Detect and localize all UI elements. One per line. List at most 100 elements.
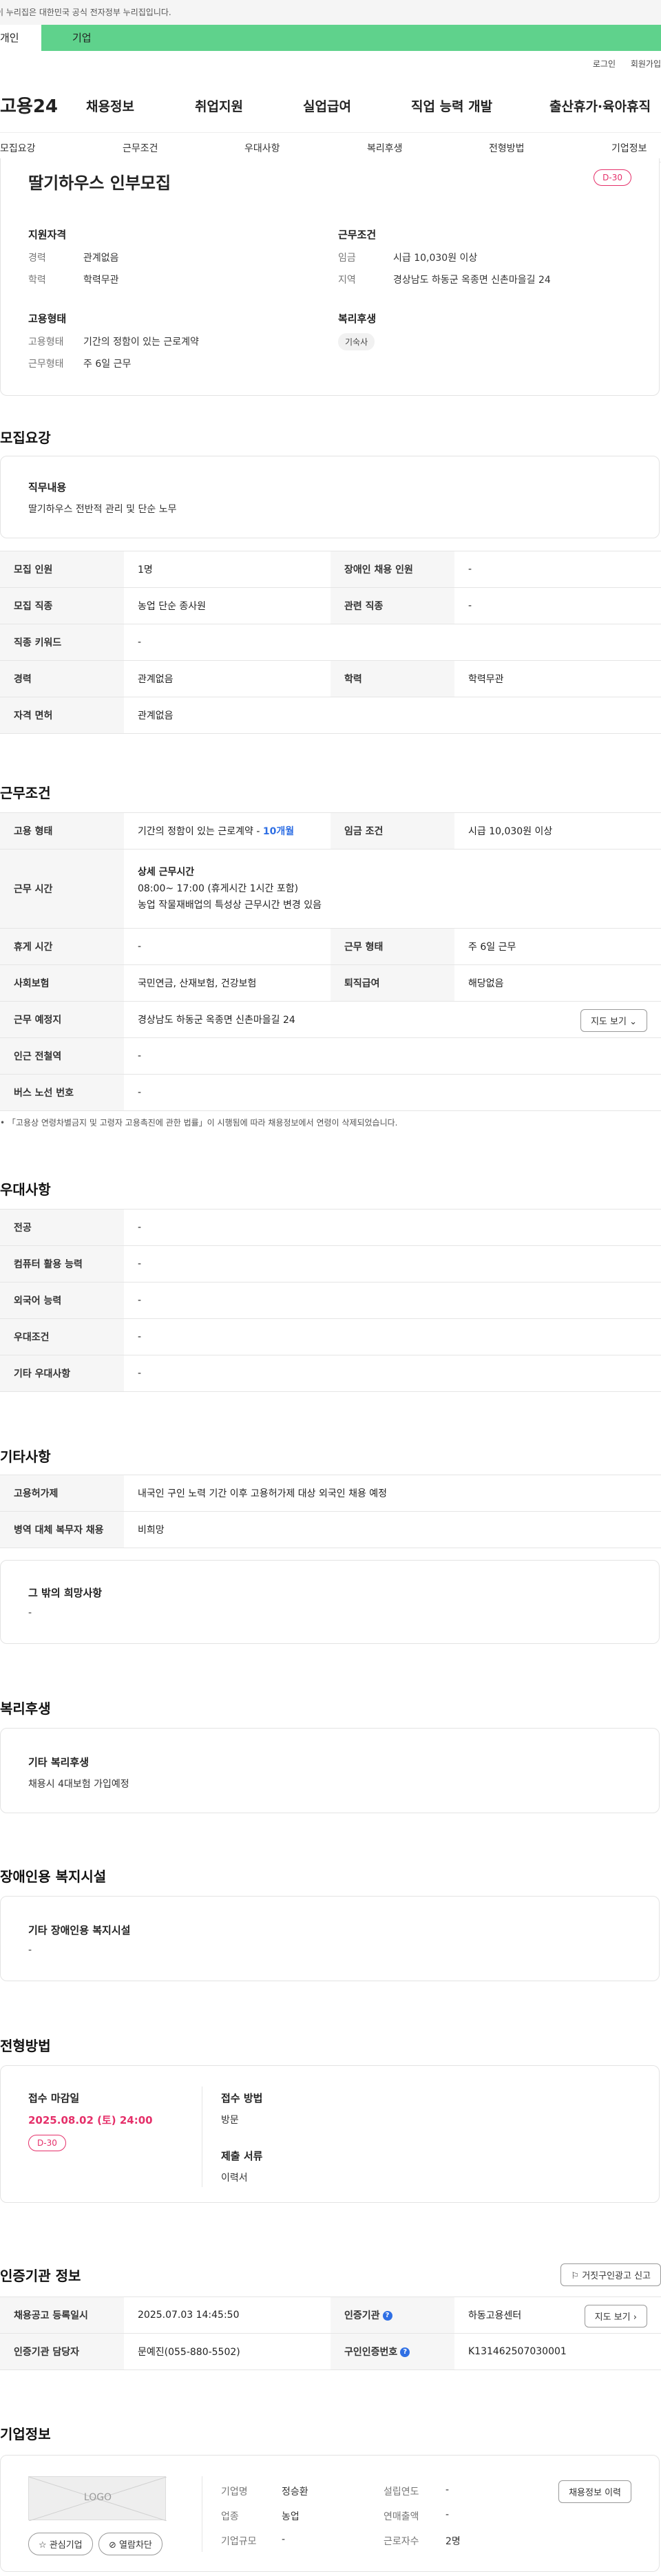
map-view-button[interactable]: 지도 보기 ⌄: [580, 1009, 647, 1032]
fav-company-button[interactable]: ☆ 관심기업: [28, 2533, 93, 2555]
pref-table: 전공 - 컴퓨터 활용 능력 - 외국어 능력 - 우대조건 - 기타 우대사항 -: [0, 1209, 661, 1392]
company-card: LOGO ☆ 관심기업 ⊘ 열람차단 기업명 정승환 업종 농업 기업규모 - …: [0, 2455, 660, 2572]
military-label: 병역 대체 복무자 채용: [0, 1511, 124, 1548]
disabled-card: 기타 장애인용 복지시설 -: [0, 1896, 660, 1981]
gnb-item-parental-leave[interactable]: 출산휴가·육아휴직: [549, 96, 651, 115]
selection-card: 접수 마감일 2025.08.02 (토) 24:00 D-30 접수 방법 방…: [0, 2065, 660, 2203]
deadline-title: 접수 마감일: [28, 2092, 80, 2104]
military-value: 비희망: [124, 1511, 661, 1548]
join-link[interactable]: 회원가입: [631, 59, 661, 69]
login-link[interactable]: 로그인: [593, 59, 616, 69]
docs-value: 이력서: [221, 2173, 248, 2184]
welfare-section-title: 복리후생: [0, 1700, 51, 1717]
tab-company[interactable]: 기업: [41, 25, 661, 51]
job-title: 딸기하우스 인부모집: [28, 173, 171, 193]
subnav-pref[interactable]: 우대사항: [244, 141, 280, 155]
insurance-value: 국민연금, 산재보험, 건강보험: [124, 964, 330, 1002]
work-form-label: 근무 형태: [330, 928, 454, 965]
wage-label: 임금: [338, 253, 356, 264]
cert-section-title: 인증기관 정보: [0, 2268, 81, 2284]
summary-card: 딸기하우스 인부모집 D-30 지원자격 경력 관계없음 학력 학력무관 고용형…: [0, 158, 660, 396]
language-value: -: [124, 1282, 661, 1319]
table-row: 모집 직종 농업 단순 종사원 관련 직종 -: [0, 587, 661, 624]
emp-type-value: 기간의 정함이 있는 근로계약 -: [138, 826, 263, 837]
reg-date-label: 채용공고 등록일시: [0, 2297, 124, 2334]
subnav-company[interactable]: 기업정보: [611, 141, 647, 155]
welfare-box-title: 기타 복리후생: [28, 1756, 90, 1769]
pref-cond-value: -: [124, 1318, 661, 1355]
duty-value: 딸기하우스 전반적 관리 및 단순 노무: [28, 504, 177, 515]
false-ad-report-button[interactable]: ⚐ 거짓구인광고 신고: [560, 2263, 661, 2286]
welfare-card: 기타 복리후생 채용시 4대보험 가입예정: [0, 1728, 660, 1813]
table-row: 기타 우대사항 -: [0, 1355, 661, 1392]
employees-value: 2명: [445, 2536, 461, 2547]
gov-banner: 이 누리집은 대한민국 공식 전자정부 누리집입니다.: [0, 0, 661, 25]
work-time-label: 근무 시간: [0, 849, 124, 929]
gnb-item-training[interactable]: 직업 능력 개발: [411, 96, 492, 115]
cond-title: 근무조건: [338, 229, 377, 241]
cert-num-label: 구인인증번호: [344, 2347, 398, 2358]
sales-value: -: [445, 2509, 450, 2520]
info-icon[interactable]: ?: [400, 2347, 410, 2357]
career-row-value: 관계없음: [124, 660, 330, 697]
sales-label: 연매출액: [384, 2511, 419, 2522]
emp-type-cell: 기간의 정함이 있는 근로계약 - 10개월: [124, 812, 330, 849]
emp-months: 10개월: [262, 826, 295, 837]
etc-section-title: 기타사항: [0, 1448, 51, 1465]
gnb-item-employment-support[interactable]: 취업지원: [195, 96, 243, 115]
emptype-value: 기간의 정함이 있는 근로계약: [83, 337, 199, 348]
cert-map-button[interactable]: 지도 보기 ›: [584, 2305, 647, 2327]
industry-value: 농업: [282, 2511, 300, 2522]
workform-label: 근무형태: [28, 359, 64, 370]
table-row: 고용 형태 기간의 정함이 있는 근로계약 - 10개월 임금 조건 시급 10…: [0, 812, 661, 849]
workform-value: 주 6일 근무: [83, 359, 132, 370]
table-row: 모집 인원 1명 장애인 채용 인원 -: [0, 551, 661, 588]
job-type-label: 모집 직종: [0, 587, 124, 624]
table-row: 고용허가제 내국인 구인 노력 기간 이후 고용허가제 대상 외국인 채용 예정: [0, 1475, 661, 1512]
company-section-title: 기업정보: [0, 2426, 51, 2442]
bus-label: 버스 노선 번호: [0, 1074, 124, 1111]
table-row: 경력 관계없음 학력 학력무관: [0, 660, 661, 697]
table-row: 근무 예정지 경상남도 하동군 옥종면 신촌마을길 24 지도 보기 ⌄: [0, 1001, 661, 1038]
cert-manager-value: 문예진(055-880-5502): [124, 2333, 330, 2370]
age-notice-text: 「고용상 연령차별금지 및 고령자 고용촉진에 관한 법률」이 시행됨에 따라 …: [7, 1118, 398, 1128]
false-ad-report-label: 거짓구인광고 신고: [582, 2271, 651, 2281]
subnav-recruit[interactable]: 모집요강: [0, 141, 36, 155]
disabled-box-title: 기타 장애인용 복지시설: [28, 1924, 131, 1936]
work-place-value: 경상남도 하동군 옥종면 신촌마을길 24: [138, 1015, 295, 1026]
company-size-label: 기업규모: [221, 2536, 257, 2547]
reg-date-value: 2025.07.03 14:45:50: [124, 2297, 330, 2334]
edu-row-value: 학력무관: [454, 660, 661, 697]
method-value: 방문: [221, 2115, 239, 2126]
wage-cond-value: 시급 10,030원 이상: [454, 812, 661, 849]
selection-section-title: 전형방법: [0, 2038, 51, 2054]
employees-label: 근로자수: [384, 2536, 419, 2547]
cert-num-label-cell: 구인인증번호?: [330, 2333, 454, 2370]
permit-value: 내국인 구인 노력 기간 이후 고용허가제 대상 외국인 채용 예정: [124, 1475, 661, 1512]
gnb-item-unemployment[interactable]: 실업급여: [303, 96, 351, 115]
cert-map-label: 지도 보기: [594, 2312, 631, 2323]
user-type-tabs: 개인 기업: [0, 25, 661, 51]
work-time-line1: 08:00~ 17:00 (휴게시간 1시간 포함): [138, 883, 299, 894]
work-time-line2: 농업 작물재배업의 특성상 근무시간 변경 있음: [138, 900, 322, 911]
wage-value: 시급 10,030원 이상: [393, 253, 478, 264]
tab-personal[interactable]: 개인: [0, 25, 41, 51]
work-table: 고용 형태 기간의 정함이 있는 근로계약 - 10개월 임금 조건 시급 10…: [0, 812, 661, 1111]
welfare-title: 복리후생: [338, 313, 377, 325]
info-icon[interactable]: ?: [382, 2311, 392, 2321]
subnav-selection[interactable]: 전형방법: [489, 141, 525, 155]
job-history-button[interactable]: 채용정보 이력: [558, 2480, 631, 2503]
block-button[interactable]: ⊘ 열람차단: [98, 2533, 162, 2555]
subnav-welfare[interactable]: 복리후생: [367, 141, 403, 155]
company-size-value: -: [282, 2534, 286, 2545]
license-label: 자격 면허: [0, 697, 124, 734]
gnb-item-jobs[interactable]: 채용정보: [86, 96, 134, 115]
site-logo[interactable]: 고용24: [0, 92, 58, 118]
map-view-label: 지도 보기: [590, 1017, 627, 1027]
founded-label: 설립연도: [384, 2487, 419, 2498]
dday-badge: D-30: [594, 169, 631, 186]
table-row: 채용공고 등록일시 2025.07.03 14:45:50 인증기관? 하동고용…: [0, 2297, 661, 2334]
cert-org-label-cell: 인증기관?: [330, 2297, 454, 2334]
subnav-work[interactable]: 근무조건: [123, 141, 158, 155]
disabled-section-title: 장애인용 복지시설: [0, 1868, 107, 1885]
